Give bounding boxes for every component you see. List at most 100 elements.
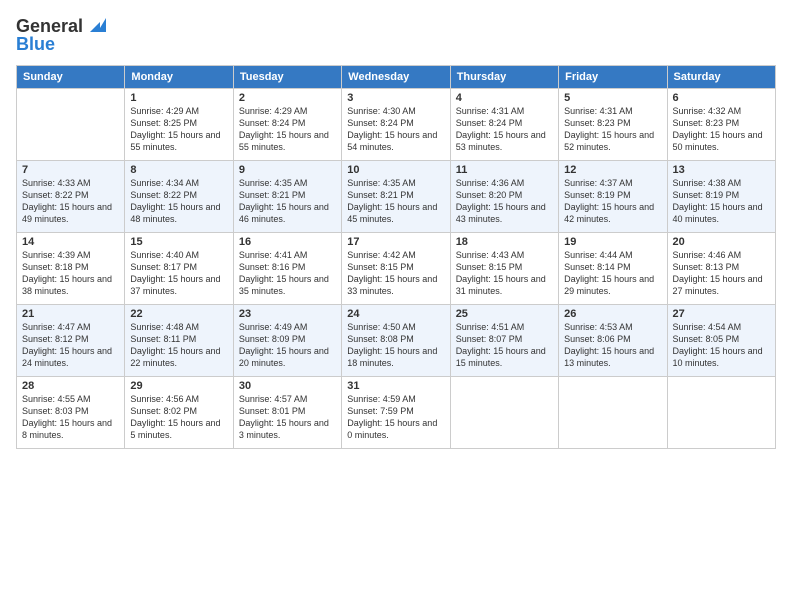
day-number: 4	[456, 92, 553, 104]
day-number: 12	[564, 164, 661, 176]
calendar-cell: 19Sunrise: 4:44 AMSunset: 8:14 PMDayligh…	[559, 233, 667, 305]
weekday-header-wednesday: Wednesday	[342, 66, 450, 89]
calendar-cell: 4Sunrise: 4:31 AMSunset: 8:24 PMDaylight…	[450, 89, 558, 161]
weekday-header-saturday: Saturday	[667, 66, 775, 89]
calendar-table: SundayMondayTuesdayWednesdayThursdayFrid…	[16, 65, 776, 449]
day-number: 11	[456, 164, 553, 176]
calendar-cell: 15Sunrise: 4:40 AMSunset: 8:17 PMDayligh…	[125, 233, 233, 305]
calendar-cell: 6Sunrise: 4:32 AMSunset: 8:23 PMDaylight…	[667, 89, 775, 161]
day-info: Sunrise: 4:46 AMSunset: 8:13 PMDaylight:…	[673, 249, 770, 298]
day-info: Sunrise: 4:41 AMSunset: 8:16 PMDaylight:…	[239, 249, 336, 298]
calendar-cell: 5Sunrise: 4:31 AMSunset: 8:23 PMDaylight…	[559, 89, 667, 161]
day-number: 3	[347, 92, 444, 104]
calendar-cell: 12Sunrise: 4:37 AMSunset: 8:19 PMDayligh…	[559, 161, 667, 233]
calendar-week-4: 21Sunrise: 4:47 AMSunset: 8:12 PMDayligh…	[17, 305, 776, 377]
calendar-cell: 17Sunrise: 4:42 AMSunset: 8:15 PMDayligh…	[342, 233, 450, 305]
calendar-cell: 3Sunrise: 4:30 AMSunset: 8:24 PMDaylight…	[342, 89, 450, 161]
day-info: Sunrise: 4:56 AMSunset: 8:02 PMDaylight:…	[130, 393, 227, 442]
calendar-cell: 24Sunrise: 4:50 AMSunset: 8:08 PMDayligh…	[342, 305, 450, 377]
day-number: 22	[130, 308, 227, 320]
calendar-cell: 16Sunrise: 4:41 AMSunset: 8:16 PMDayligh…	[233, 233, 341, 305]
calendar-cell: 8Sunrise: 4:34 AMSunset: 8:22 PMDaylight…	[125, 161, 233, 233]
day-number: 8	[130, 164, 227, 176]
calendar-cell: 22Sunrise: 4:48 AMSunset: 8:11 PMDayligh…	[125, 305, 233, 377]
day-info: Sunrise: 4:57 AMSunset: 8:01 PMDaylight:…	[239, 393, 336, 442]
logo: General Blue	[16, 16, 108, 55]
day-info: Sunrise: 4:53 AMSunset: 8:06 PMDaylight:…	[564, 321, 661, 370]
day-number: 17	[347, 236, 444, 248]
day-number: 18	[456, 236, 553, 248]
calendar-cell: 27Sunrise: 4:54 AMSunset: 8:05 PMDayligh…	[667, 305, 775, 377]
day-number: 1	[130, 92, 227, 104]
calendar-header-row: SundayMondayTuesdayWednesdayThursdayFrid…	[17, 66, 776, 89]
day-info: Sunrise: 4:30 AMSunset: 8:24 PMDaylight:…	[347, 105, 444, 154]
day-info: Sunrise: 4:29 AMSunset: 8:24 PMDaylight:…	[239, 105, 336, 154]
day-info: Sunrise: 4:47 AMSunset: 8:12 PMDaylight:…	[22, 321, 119, 370]
day-number: 10	[347, 164, 444, 176]
weekday-header-tuesday: Tuesday	[233, 66, 341, 89]
calendar-week-3: 14Sunrise: 4:39 AMSunset: 8:18 PMDayligh…	[17, 233, 776, 305]
day-number: 21	[22, 308, 119, 320]
calendar-cell: 11Sunrise: 4:36 AMSunset: 8:20 PMDayligh…	[450, 161, 558, 233]
day-number: 5	[564, 92, 661, 104]
day-number: 27	[673, 308, 770, 320]
day-info: Sunrise: 4:39 AMSunset: 8:18 PMDaylight:…	[22, 249, 119, 298]
day-info: Sunrise: 4:34 AMSunset: 8:22 PMDaylight:…	[130, 177, 227, 226]
weekday-header-thursday: Thursday	[450, 66, 558, 89]
header: General Blue	[16, 16, 776, 55]
day-number: 2	[239, 92, 336, 104]
logo-blue-text: Blue	[16, 34, 108, 55]
day-info: Sunrise: 4:44 AMSunset: 8:14 PMDaylight:…	[564, 249, 661, 298]
calendar-cell	[667, 377, 775, 449]
calendar-cell: 23Sunrise: 4:49 AMSunset: 8:09 PMDayligh…	[233, 305, 341, 377]
day-info: Sunrise: 4:29 AMSunset: 8:25 PMDaylight:…	[130, 105, 227, 154]
calendar-cell: 14Sunrise: 4:39 AMSunset: 8:18 PMDayligh…	[17, 233, 125, 305]
day-number: 24	[347, 308, 444, 320]
day-info: Sunrise: 4:31 AMSunset: 8:23 PMDaylight:…	[564, 105, 661, 154]
calendar-cell: 18Sunrise: 4:43 AMSunset: 8:15 PMDayligh…	[450, 233, 558, 305]
calendar-cell: 9Sunrise: 4:35 AMSunset: 8:21 PMDaylight…	[233, 161, 341, 233]
day-info: Sunrise: 4:54 AMSunset: 8:05 PMDaylight:…	[673, 321, 770, 370]
calendar-cell: 7Sunrise: 4:33 AMSunset: 8:22 PMDaylight…	[17, 161, 125, 233]
calendar-cell: 31Sunrise: 4:59 AMSunset: 7:59 PMDayligh…	[342, 377, 450, 449]
day-number: 7	[22, 164, 119, 176]
calendar-cell: 2Sunrise: 4:29 AMSunset: 8:24 PMDaylight…	[233, 89, 341, 161]
weekday-header-friday: Friday	[559, 66, 667, 89]
day-number: 14	[22, 236, 119, 248]
day-info: Sunrise: 4:36 AMSunset: 8:20 PMDaylight:…	[456, 177, 553, 226]
weekday-header-monday: Monday	[125, 66, 233, 89]
day-info: Sunrise: 4:43 AMSunset: 8:15 PMDaylight:…	[456, 249, 553, 298]
day-number: 15	[130, 236, 227, 248]
day-number: 20	[673, 236, 770, 248]
day-info: Sunrise: 4:33 AMSunset: 8:22 PMDaylight:…	[22, 177, 119, 226]
logo-icon	[86, 14, 108, 36]
day-info: Sunrise: 4:55 AMSunset: 8:03 PMDaylight:…	[22, 393, 119, 442]
day-info: Sunrise: 4:37 AMSunset: 8:19 PMDaylight:…	[564, 177, 661, 226]
day-info: Sunrise: 4:59 AMSunset: 7:59 PMDaylight:…	[347, 393, 444, 442]
day-number: 29	[130, 380, 227, 392]
calendar-week-1: 1Sunrise: 4:29 AMSunset: 8:25 PMDaylight…	[17, 89, 776, 161]
calendar-cell: 10Sunrise: 4:35 AMSunset: 8:21 PMDayligh…	[342, 161, 450, 233]
day-number: 30	[239, 380, 336, 392]
calendar-cell	[17, 89, 125, 161]
day-info: Sunrise: 4:51 AMSunset: 8:07 PMDaylight:…	[456, 321, 553, 370]
calendar-cell: 20Sunrise: 4:46 AMSunset: 8:13 PMDayligh…	[667, 233, 775, 305]
calendar-cell	[559, 377, 667, 449]
day-info: Sunrise: 4:42 AMSunset: 8:15 PMDaylight:…	[347, 249, 444, 298]
day-number: 13	[673, 164, 770, 176]
day-info: Sunrise: 4:35 AMSunset: 8:21 PMDaylight:…	[347, 177, 444, 226]
day-number: 31	[347, 380, 444, 392]
calendar-cell: 28Sunrise: 4:55 AMSunset: 8:03 PMDayligh…	[17, 377, 125, 449]
day-info: Sunrise: 4:48 AMSunset: 8:11 PMDaylight:…	[130, 321, 227, 370]
calendar-week-2: 7Sunrise: 4:33 AMSunset: 8:22 PMDaylight…	[17, 161, 776, 233]
day-info: Sunrise: 4:32 AMSunset: 8:23 PMDaylight:…	[673, 105, 770, 154]
day-info: Sunrise: 4:38 AMSunset: 8:19 PMDaylight:…	[673, 177, 770, 226]
calendar-cell: 30Sunrise: 4:57 AMSunset: 8:01 PMDayligh…	[233, 377, 341, 449]
day-number: 19	[564, 236, 661, 248]
day-number: 6	[673, 92, 770, 104]
calendar-cell: 21Sunrise: 4:47 AMSunset: 8:12 PMDayligh…	[17, 305, 125, 377]
day-number: 25	[456, 308, 553, 320]
page: General Blue SundayMondayTuesdayWednesda…	[0, 0, 792, 612]
calendar-cell: 29Sunrise: 4:56 AMSunset: 8:02 PMDayligh…	[125, 377, 233, 449]
calendar-cell	[450, 377, 558, 449]
